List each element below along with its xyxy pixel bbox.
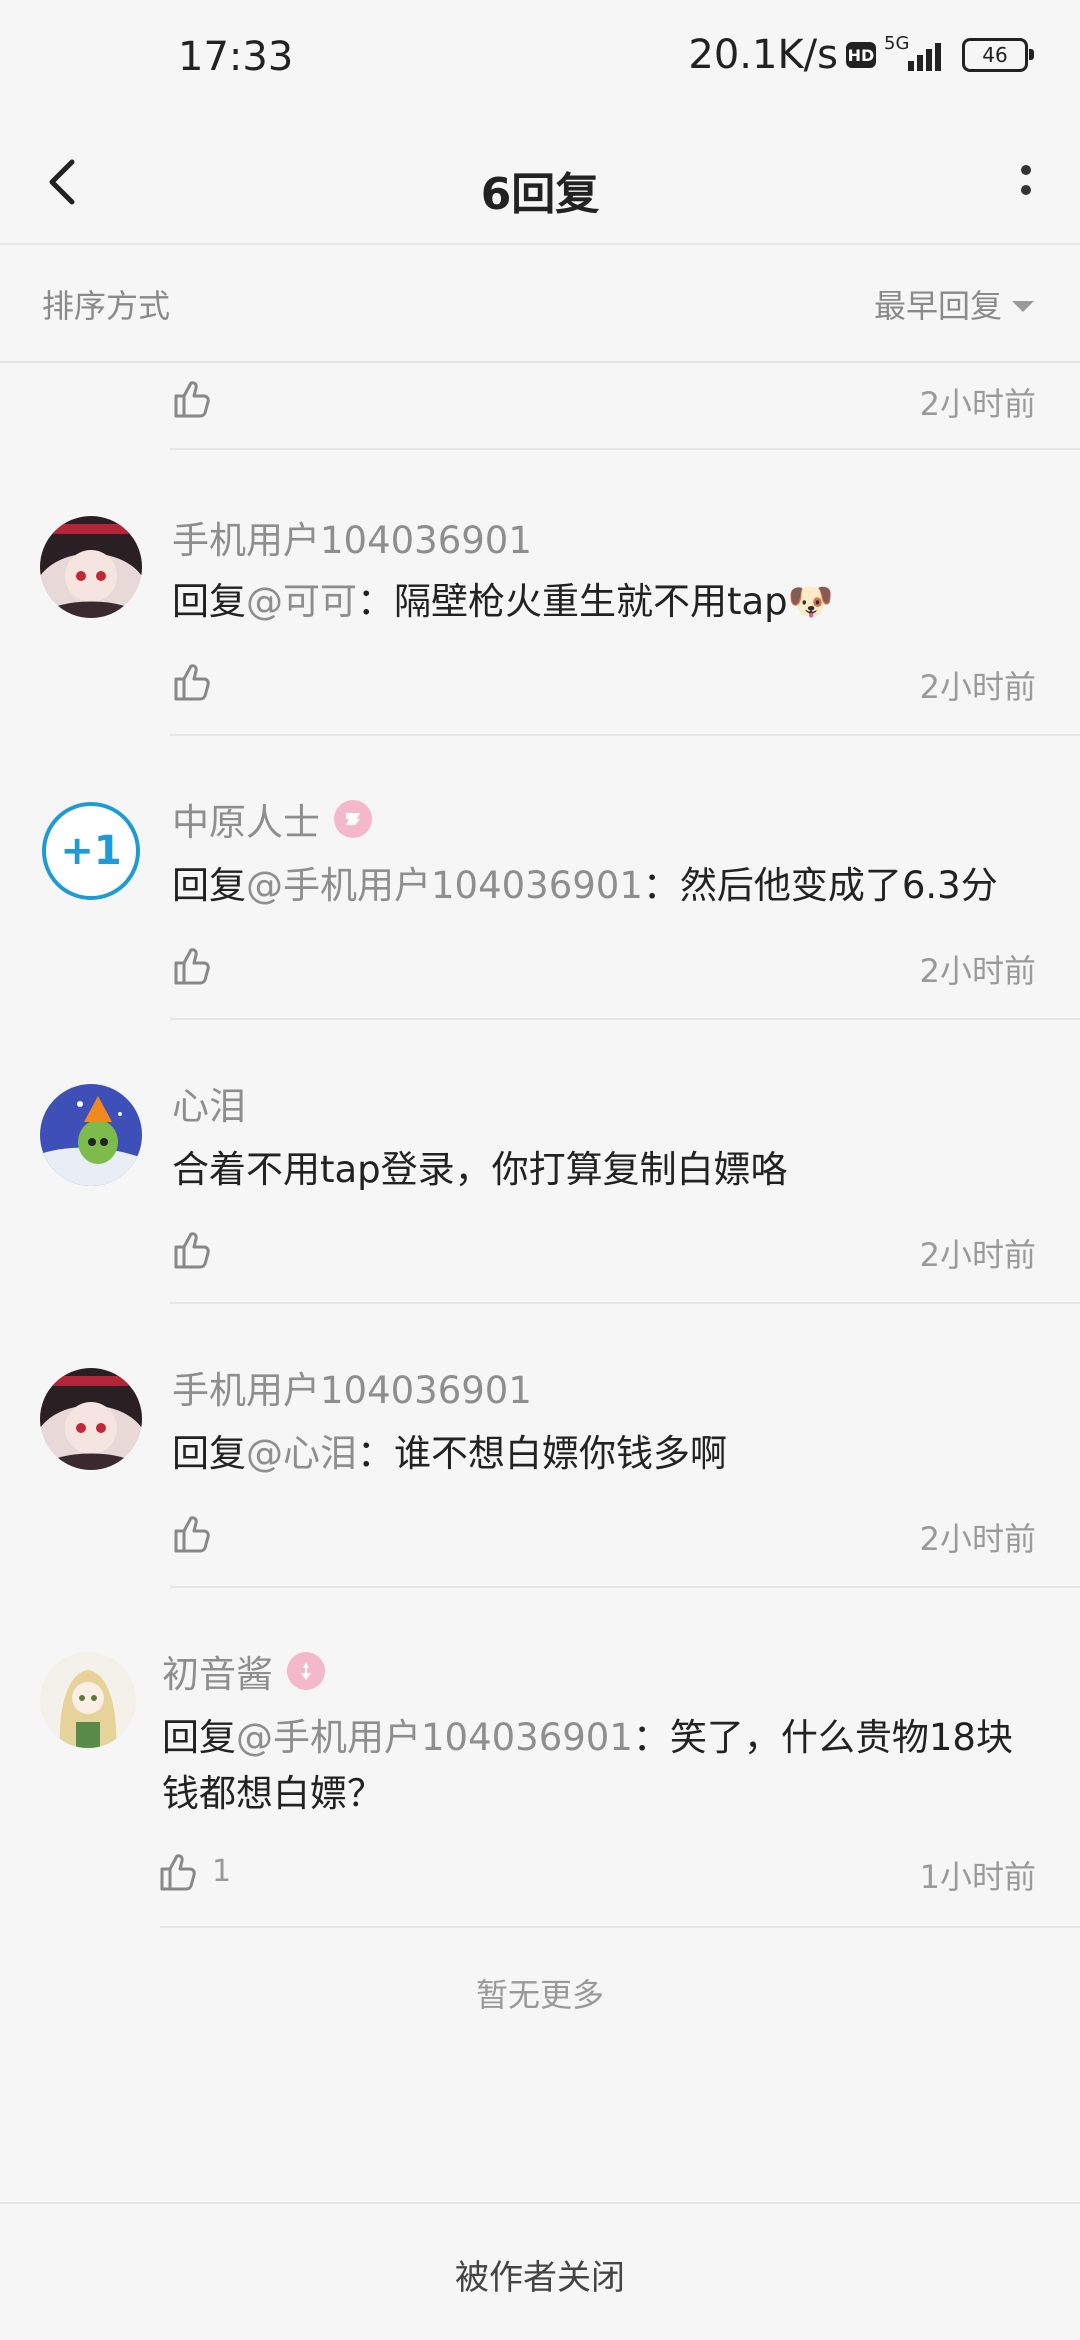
list-item: 手机用户104036901 回复@心泪：谁不想白嫖你钱多啊 2小时前 — [0, 1304, 1080, 1586]
closed-by-author-text: 被作者关闭 — [455, 2258, 625, 2298]
avatar[interactable]: +1 — [40, 800, 142, 902]
top-bar: 6回复 — [0, 120, 1080, 244]
footer-divider — [0, 2202, 1080, 2204]
level-badge-icon — [334, 800, 372, 838]
mention-link[interactable]: @心泪 — [246, 1432, 357, 1475]
status-right: 20.1K/s HD 5G 46 — [688, 32, 1034, 78]
no-more-text: 暂无更多 — [475, 1976, 604, 2014]
status-bar: 17:33 20.1K/s HD 5G 46 — [0, 0, 1080, 120]
battery-level: 46 — [982, 43, 1008, 67]
comment-text: 回复@手机用户104036901：然后他变成了6.3分 — [172, 864, 998, 907]
comment-time: 2小时前 — [919, 1236, 1036, 1274]
battery-icon: 46 — [962, 38, 1034, 72]
thumbs-up-icon[interactable] — [170, 944, 214, 988]
sort-dropdown[interactable]: 最早回复 — [874, 281, 1034, 327]
level-badge-icon — [287, 1652, 325, 1690]
hd-icon: HD — [846, 42, 876, 68]
like-count: 1 — [212, 1854, 232, 1889]
caret-down-icon — [1012, 300, 1034, 312]
plus-one-icon: +1 — [42, 802, 140, 900]
avatar-image — [40, 1368, 142, 1470]
thumbs-up-icon[interactable] — [170, 1512, 214, 1556]
comment-text: 合着不用tap登录，你打算复制白嫖咯 — [172, 1148, 788, 1191]
network-speed: 20.1K/s — [688, 32, 838, 78]
list-item: +1 中原人士 回复@手机用户104036901：然后他变成了6.3分 2小时前 — [0, 736, 1080, 1018]
avatar[interactable] — [40, 1368, 142, 1470]
list-item-partial: 2小时前 — [0, 363, 1080, 448]
comment-time: 2小时前 — [919, 385, 1036, 423]
comment-time: 2小时前 — [919, 668, 1036, 706]
svg-text:+1: +1 — [60, 828, 121, 874]
page-title: 6回复 — [480, 169, 600, 220]
signal-icon: 5G — [884, 33, 948, 75]
sort-value: 最早回复 — [873, 287, 1002, 325]
comment-time: 2小时前 — [919, 952, 1036, 990]
sort-label: 排序方式 — [42, 287, 171, 325]
thumbs-up-icon[interactable] — [170, 1228, 214, 1272]
avatar-image — [40, 1084, 142, 1186]
comment-line: 钱都想白嫖？ — [162, 1772, 384, 1815]
more-vertical-icon — [1021, 165, 1031, 195]
list-item: 心泪 合着不用tap登录，你打算复制白嫖咯 2小时前 — [0, 1020, 1080, 1304]
thumbs-up-icon[interactable] — [170, 660, 214, 704]
comment-time: 1小时前 — [919, 1858, 1036, 1896]
comment-text: 回复@心泪：谁不想白嫖你钱多啊 — [172, 1432, 727, 1475]
status-time: 17:33 — [178, 34, 294, 80]
comment-time: 2小时前 — [919, 1520, 1036, 1558]
thumbs-up-icon[interactable] — [170, 377, 214, 421]
comment-text: 回复@手机用户104036901：笑了，什么贵物18块 钱都想白嫖？ — [162, 1710, 1013, 1822]
avatar[interactable] — [40, 1652, 136, 1748]
avatar[interactable] — [40, 516, 142, 618]
avatar-image — [40, 516, 142, 618]
sort-bar: 排序方式 最早回复 — [0, 245, 1080, 361]
list-item: 手机用户104036901 回复@可可：隔壁枪火重生就不用tap🐶 2小时前 — [0, 450, 1080, 734]
avatar-image — [40, 1652, 136, 1748]
comment-line: 回复@手机用户104036901：笑了，什么贵物18块 — [162, 1716, 1013, 1759]
username[interactable]: 手机用户104036901 — [172, 510, 532, 564]
row-divider — [160, 1926, 1080, 1928]
avatar[interactable] — [40, 1084, 142, 1186]
mention-link[interactable]: @手机用户104036901 — [246, 864, 643, 907]
more-options-button[interactable] — [990, 144, 1050, 220]
mention-link[interactable]: @可可 — [246, 580, 357, 623]
username[interactable]: 手机用户104036901 — [172, 1360, 532, 1414]
list-item: 初音酱 回复@手机用户104036901：笑了，什么贵物18块 钱都想白嫖？ 1… — [0, 1588, 1080, 1926]
username[interactable]: 心泪 — [172, 1076, 246, 1130]
mention-link[interactable]: @手机用户104036901 — [236, 1716, 633, 1759]
comment-text: 回复@可可：隔壁枪火重生就不用tap🐶 — [172, 580, 834, 623]
username[interactable]: 初音酱 — [162, 1644, 325, 1698]
username[interactable]: 中原人士 — [172, 792, 372, 846]
thumbs-up-icon[interactable] — [156, 1850, 200, 1894]
